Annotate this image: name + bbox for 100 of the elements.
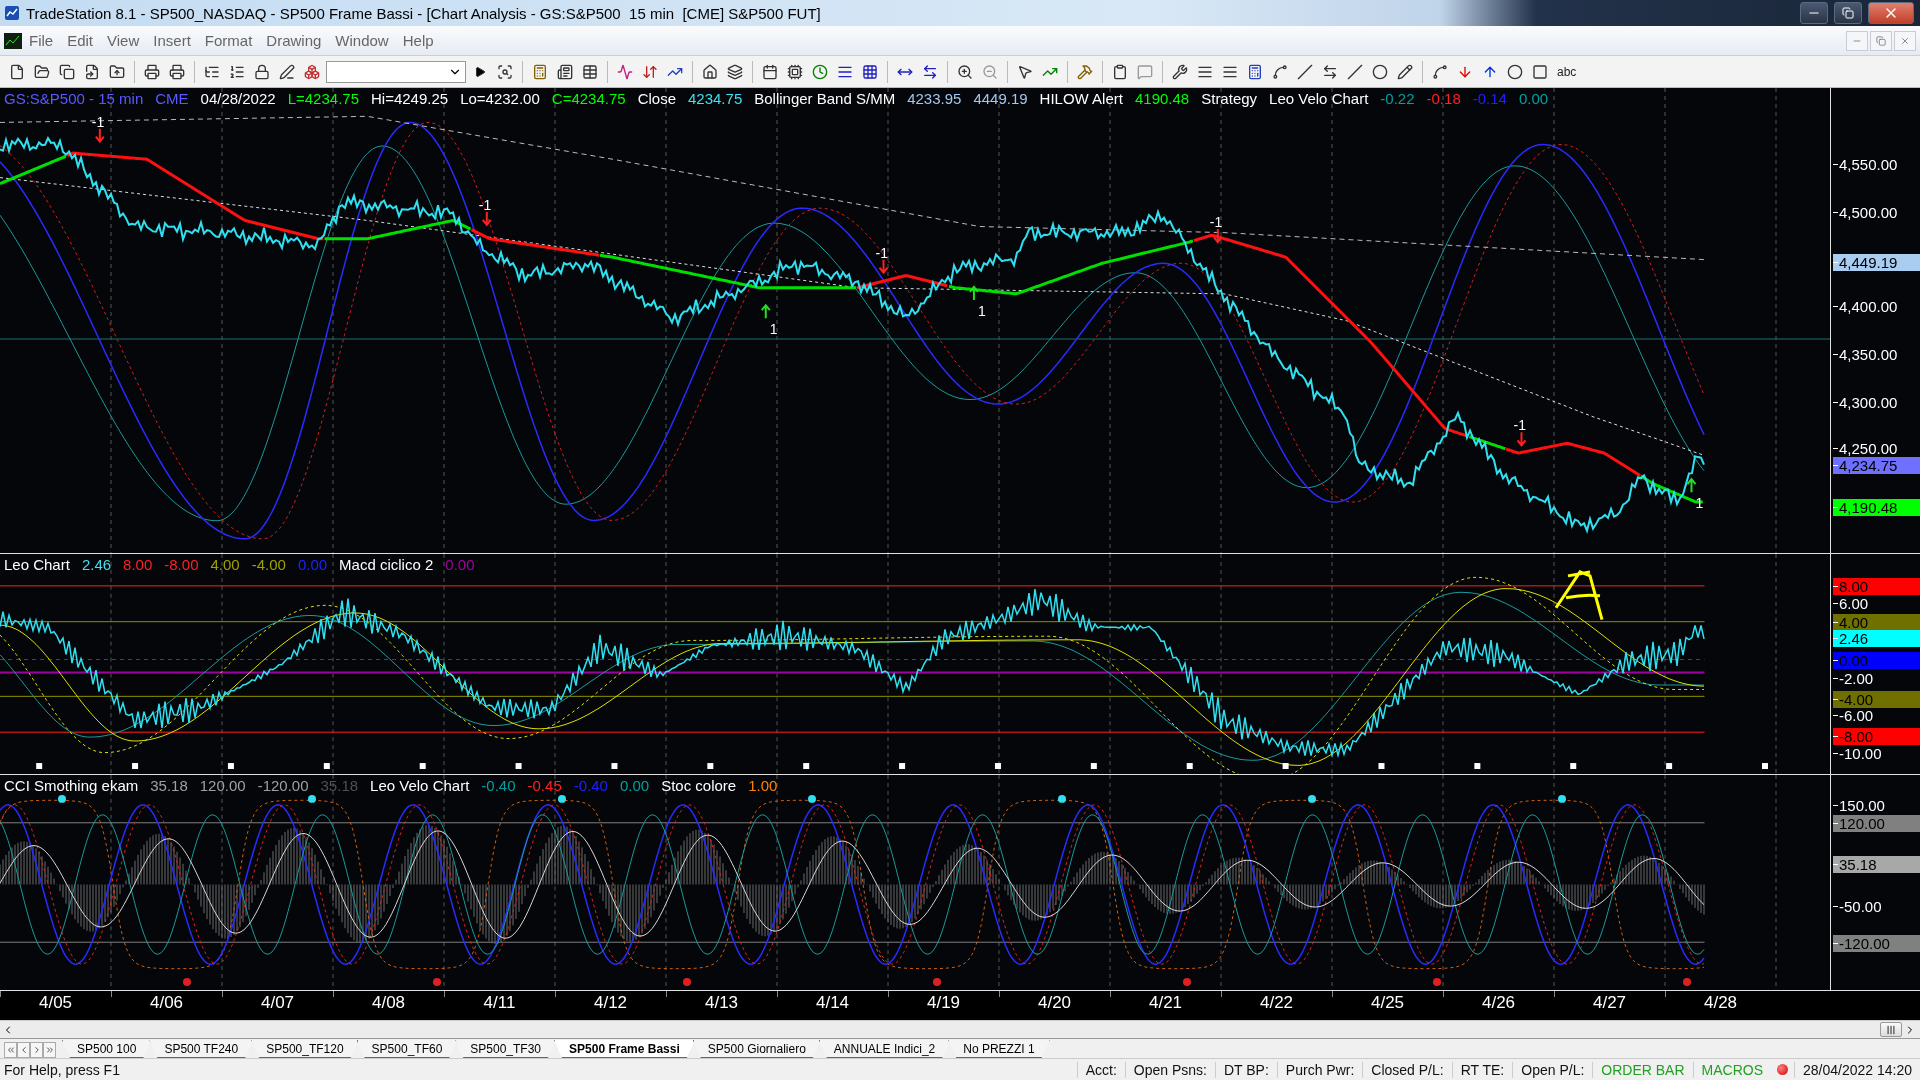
legend-label: Leo Velo Chart (370, 777, 470, 794)
last-icon[interactable] (43, 1042, 56, 1058)
date-label: 4/07 (259, 992, 296, 1014)
app-icon (4, 5, 20, 21)
help-text: For Help, press F1 (3, 1061, 120, 1078)
legend-label: Strategy (1201, 90, 1258, 107)
signal-dot (308, 794, 316, 803)
legend-label: 0.00 (619, 777, 650, 794)
bar-marker (1666, 763, 1673, 769)
date-time: 28/04/2022 14:20 (1794, 1061, 1920, 1078)
legend-label: 04/28/2022 (200, 90, 276, 107)
sheet-tab[interactable]: No PREZZI 1 (948, 1040, 1050, 1058)
arrow-down-icon (1516, 431, 1527, 447)
menu-item[interactable]: Insert (146, 32, 198, 49)
price-flag: 4,234.75 (1833, 457, 1920, 474)
signal-label: -1 (1209, 214, 1223, 231)
menu-item[interactable]: Window (328, 32, 396, 49)
restore-icon (1842, 7, 1854, 19)
signal-dot (1183, 978, 1191, 986)
bar-marker (611, 763, 618, 769)
legend-label: GS:S&P500 - 15 min (4, 90, 144, 107)
legend-label: 2.46 (81, 556, 112, 573)
close-icon (1900, 35, 1910, 46)
text-tool[interactable]: abc (1554, 60, 1580, 83)
arrow-up-icon (1686, 477, 1697, 494)
bar-marker (1186, 763, 1193, 769)
symbol-field[interactable] (326, 60, 466, 83)
next-icon[interactable] (30, 1042, 43, 1058)
status-field: RT TE: (1451, 1061, 1513, 1078)
legend-label: Hi=4249.25 (371, 90, 449, 107)
legend-label: 4190.48 (1134, 90, 1190, 107)
restore-icon (1876, 35, 1886, 46)
legend-label: Close (637, 90, 676, 107)
date-label: 4/21 (1147, 992, 1184, 1014)
axis-label: -6.00 (1833, 707, 1876, 724)
bar-marker (1090, 763, 1097, 769)
sheet-tab[interactable]: SP500 Frame Bassi (554, 1040, 695, 1058)
bar-marker (1378, 763, 1385, 769)
sheet-tab[interactable]: ANNUALE Indici_2 (818, 1040, 951, 1058)
menu-item[interactable]: View (100, 32, 147, 49)
menu-item[interactable]: Edit (60, 32, 101, 49)
price-flag: 4,449.19 (1833, 254, 1920, 271)
axis-label: 4,400.00 (1833, 298, 1900, 315)
sheet-tab[interactable]: SP500 Giornaliero (692, 1040, 821, 1058)
sheet-tab[interactable]: SP500_TF120 (251, 1040, 359, 1058)
axis-label: 4,250.00 (1833, 440, 1900, 457)
legend-label: 0.00 (297, 556, 328, 573)
date-label: 4/11 (482, 992, 517, 1014)
bar-marker (1762, 763, 1768, 769)
axis-label: 4,300.00 (1833, 394, 1900, 411)
date-label: 4/05 (37, 992, 74, 1014)
bar-marker (323, 763, 330, 769)
bar-marker (803, 763, 810, 769)
menu-item[interactable]: File (22, 32, 61, 49)
legend-label: Macd ciclico 2 (339, 556, 434, 573)
signal-label: 1 (977, 302, 986, 319)
sheet-tab[interactable]: SP500 TF240 (149, 1040, 254, 1058)
date-label: 4/20 (1036, 992, 1073, 1014)
signal-dot (1558, 794, 1566, 803)
previous-icon[interactable] (17, 1042, 30, 1058)
legend-label: 4234.75 (688, 90, 743, 107)
axis-label: 4,500.00 (1833, 204, 1900, 221)
legend-label: CCI Smothing ekam (4, 777, 139, 794)
sheet-tab[interactable]: SP500_TF60 (356, 1040, 458, 1058)
axis-label: 6.00 (1833, 595, 1871, 612)
menu-item[interactable]: Drawing (259, 32, 329, 49)
signal-dot (808, 794, 816, 803)
menu-item[interactable]: Format (197, 32, 260, 49)
minimize-button[interactable] (1800, 2, 1828, 24)
price-flag: -120.00 (1833, 935, 1920, 952)
signal-label: -1 (478, 196, 492, 213)
close-button[interactable] (1868, 2, 1914, 24)
axis-label: -50.00 (1833, 898, 1884, 915)
bar-marker (994, 763, 1001, 769)
maximize-button[interactable] (1834, 2, 1862, 24)
legend-label: -0.45 (527, 777, 562, 794)
bar-marker (36, 763, 43, 769)
signal-label: 1 (1695, 495, 1704, 512)
legend-label: 120.00 (199, 777, 246, 794)
sheet-tab[interactable]: SP500 100 (62, 1040, 152, 1058)
date-label: 4/26 (1480, 992, 1517, 1014)
status-dot-icon (1777, 1064, 1788, 1075)
legend-label: Lo=4232.00 (460, 90, 540, 107)
arrow-down-icon (1212, 228, 1223, 244)
legend-label: -8.00 (164, 556, 199, 573)
axis-label: 150.00 (1833, 797, 1887, 814)
menu-item[interactable]: Help (395, 32, 441, 49)
date-label: 4/06 (148, 992, 185, 1014)
signal-label: -1 (875, 244, 888, 261)
arrow-up-icon (968, 285, 979, 301)
legend-label: Leo Velo Chart (1269, 90, 1369, 107)
signal-label: 1 (769, 321, 778, 338)
legend-label: 4449.19 (973, 90, 1028, 107)
legend-label: Stoc colore (661, 777, 737, 794)
sheet-tab[interactable]: SP500_TF30 (455, 1040, 557, 1058)
signal-dot (933, 978, 941, 986)
bar-marker (1474, 763, 1481, 769)
window-title: TradeStation 8.1 - SP500_NASDAQ - SP500 Frame Bassi - [Chart Analysis - GS:S&P500 15 min [CME] S&P500 FUT] (26, 4, 822, 22)
axis-label: 4,550.00 (1833, 156, 1900, 173)
chart-icon[interactable] (4, 32, 22, 49)
